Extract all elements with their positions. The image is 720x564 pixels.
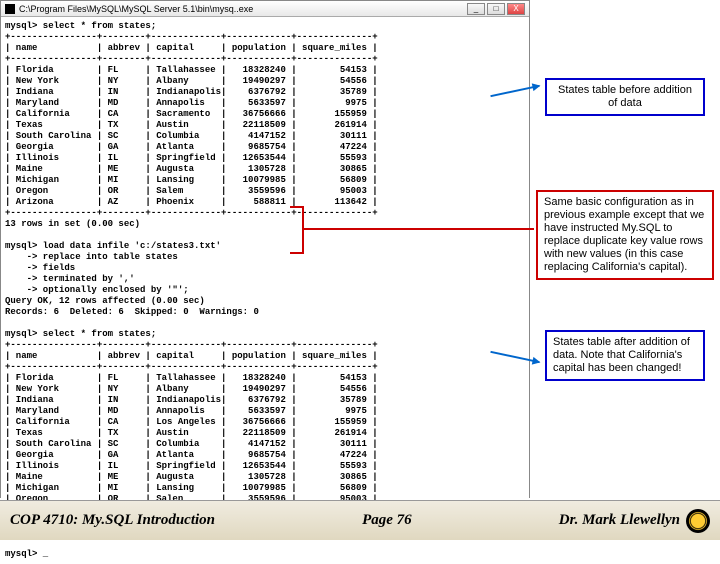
console-window: C:\Program Files\MySQL\MySQL Server 5.1\… — [0, 0, 530, 498]
footer-title: COP 4710: My.SQL Introduction — [10, 512, 215, 529]
minimize-button[interactable]: _ — [467, 3, 485, 15]
annotation-after: States table after addition of data. Not… — [545, 330, 705, 381]
console-output: mysql> select * from states; +----------… — [1, 17, 529, 564]
footer-page: Page 76 — [215, 512, 559, 529]
brace-connector — [304, 228, 534, 230]
annotation-middle: Same basic configuration as in previous … — [536, 190, 714, 280]
maximize-button[interactable]: □ — [487, 3, 505, 15]
window-title: C:\Program Files\MySQL\MySQL Server 5.1\… — [19, 4, 253, 14]
close-button[interactable]: X — [507, 3, 525, 15]
slide-footer: COP 4710: My.SQL Introduction Page 76 Dr… — [0, 500, 720, 540]
annotation-before: States table before addition of data — [545, 78, 705, 116]
ucf-logo-icon — [686, 509, 710, 533]
window-titlebar: C:\Program Files\MySQL\MySQL Server 5.1\… — [1, 1, 529, 17]
brace-icon — [290, 206, 304, 254]
cmd-icon — [5, 4, 15, 14]
footer-author: Dr. Mark Llewellyn — [559, 512, 680, 529]
